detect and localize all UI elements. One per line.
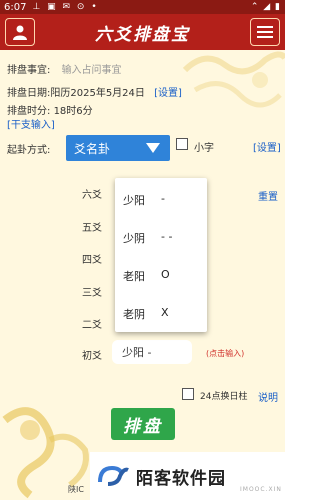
option-symbol: O (161, 268, 170, 281)
explain-link[interactable]: 说明 (258, 389, 278, 404)
method-settings-link[interactable]: [设置] (253, 139, 281, 154)
watermark: 陌客软件园 IMOOC.XIN (90, 452, 285, 500)
watermark-sub: IMOOC.XIN (240, 486, 282, 493)
dropdown-option[interactable]: 少阴 - - (123, 230, 172, 246)
paipan-button[interactable]: 排盘 (111, 408, 175, 440)
yao-label-3: 三爻 (82, 288, 102, 299)
status-bar: 6:07 ⊥ ▣ ✉ ⊙ • ⌃ ◢ ▮ (0, 0, 285, 14)
yao-label-6: 六爻 (82, 190, 102, 201)
option-name: 老阴 (123, 308, 145, 321)
reset-link[interactable]: 重置 (258, 188, 278, 203)
watermark-logo-icon (98, 465, 129, 486)
matter-row: 排盘事宜: 输入占问事宜 (7, 61, 122, 76)
option-symbol: - - (161, 230, 173, 243)
status-time: 6:07 (4, 1, 27, 13)
yao-label-5: 五爻 (82, 223, 102, 234)
time-row: 排盘时分: 18时6分 (7, 102, 93, 117)
option-name: 少阴 (123, 232, 145, 245)
yao-label-2: 二爻 (82, 320, 102, 331)
date-value: 阳历2025年5月24日 (50, 88, 145, 99)
option-name: 老阳 (123, 270, 145, 283)
option-symbol: X (161, 306, 169, 319)
yao-label-1: 初爻 (82, 351, 102, 362)
dropdown-option[interactable]: 老阳 O (123, 268, 170, 284)
day-pillar-checkbox[interactable] (182, 388, 194, 400)
date-row: 排盘日期:阳历2025年5月24日 [设置] (7, 84, 182, 99)
matter-label: 排盘事宜: (7, 65, 51, 76)
small-char-checkbox[interactable] (176, 138, 188, 150)
dropdown-option[interactable]: 老阴 X (123, 306, 169, 322)
status-icons: ⊥ ▣ ✉ ⊙ • (32, 2, 99, 12)
dragon-decoration-top (182, 51, 285, 108)
user-icon (13, 25, 27, 40)
ganzhi-input-link[interactable]: [干支输入] (7, 116, 55, 131)
yao-label-4: 四爻 (82, 255, 102, 266)
dropdown-arrow-icon (146, 143, 160, 153)
matter-input[interactable]: 输入占问事宜 (62, 65, 122, 76)
menu-icon (257, 26, 273, 38)
small-char-label: 小字 (194, 143, 214, 154)
footer-text: 陕IC (68, 485, 84, 494)
user-button[interactable] (5, 18, 35, 46)
watermark-text: 陌客软件园 (136, 468, 226, 489)
date-settings-link[interactable]: [设置] (154, 88, 182, 99)
method-select[interactable]: 爻名卦 (66, 135, 170, 161)
option-name: 少阳 (123, 194, 145, 207)
time-value: 18时6分 (53, 106, 93, 117)
date-label: 排盘日期: (7, 88, 51, 99)
chu-yao-input[interactable]: 少阳 - (112, 340, 192, 364)
day-pillar-label: 24点换日柱 (200, 392, 248, 402)
dropdown-option[interactable]: 少阳 - (123, 192, 165, 208)
option-symbol: - (161, 192, 165, 205)
app-bar: 六爻排盘宝 (0, 14, 285, 50)
status-right-icons: ⌃ ◢ ▮ (250, 2, 281, 12)
yao-dropdown-menu: 少阳 - 少阴 - - 老阳 O 老阴 X (115, 178, 207, 332)
menu-button[interactable] (250, 18, 280, 46)
click-input-hint: (点击输入) (206, 349, 245, 358)
app-title: 六爻排盘宝 (95, 24, 190, 45)
method-label: 起卦方式: (7, 145, 51, 156)
method-select-value: 爻名卦 (74, 141, 111, 156)
